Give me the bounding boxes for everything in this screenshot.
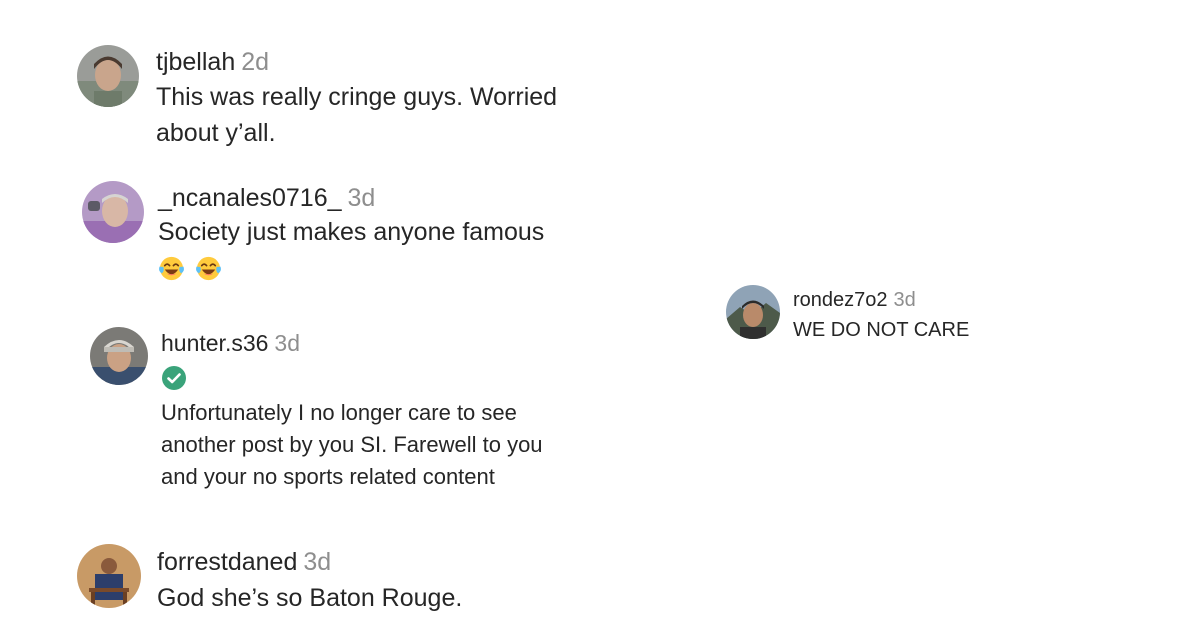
avatar[interactable] xyxy=(90,327,148,385)
username[interactable]: _ncanales0716_ xyxy=(158,181,342,215)
avatar[interactable] xyxy=(77,45,139,107)
face-with-tears-of-joy-icon xyxy=(159,256,184,281)
comment-item: hunter.s36 3d Unfortunately I no longer … xyxy=(90,327,561,493)
timestamp: 3d xyxy=(893,289,916,311)
comment-item: _ncanales0716_ 3d Society just makes any… xyxy=(82,181,638,282)
username[interactable]: forrestdaned xyxy=(157,544,297,580)
comment-text: Society just makes anyone famous xyxy=(158,218,545,246)
comment-text: This was really cringe guys. Worried abo… xyxy=(156,83,558,147)
timestamp: 3d xyxy=(347,184,376,212)
avatar[interactable] xyxy=(77,544,141,608)
face-with-tears-of-joy-icon xyxy=(196,256,221,281)
username[interactable]: rondez7o2 xyxy=(793,285,888,315)
comment-text: WE DO NOT CARE xyxy=(793,319,970,341)
avatar[interactable] xyxy=(726,285,780,339)
verified-check-icon xyxy=(162,366,186,390)
comment-item: tjbellah 2d This was really cringe guys.… xyxy=(77,45,626,151)
timestamp: 3d xyxy=(303,548,332,576)
comment-text: God she’s so Baton Rouge. xyxy=(157,584,463,612)
timestamp: 3d xyxy=(274,330,301,356)
comment-item: rondez7o2 3d WE DO NOT CARE xyxy=(726,285,1113,345)
avatar[interactable] xyxy=(82,181,144,243)
timestamp: 2d xyxy=(241,48,270,76)
username[interactable]: tjbellah xyxy=(156,45,235,79)
comment-item: forrestdaned 3d God she’s so Baton Rouge… xyxy=(77,544,657,616)
comment-text: Unfortunately I no longer care to see an… xyxy=(161,400,543,489)
username[interactable]: hunter.s36 xyxy=(161,327,268,359)
emoji-row xyxy=(158,255,638,282)
